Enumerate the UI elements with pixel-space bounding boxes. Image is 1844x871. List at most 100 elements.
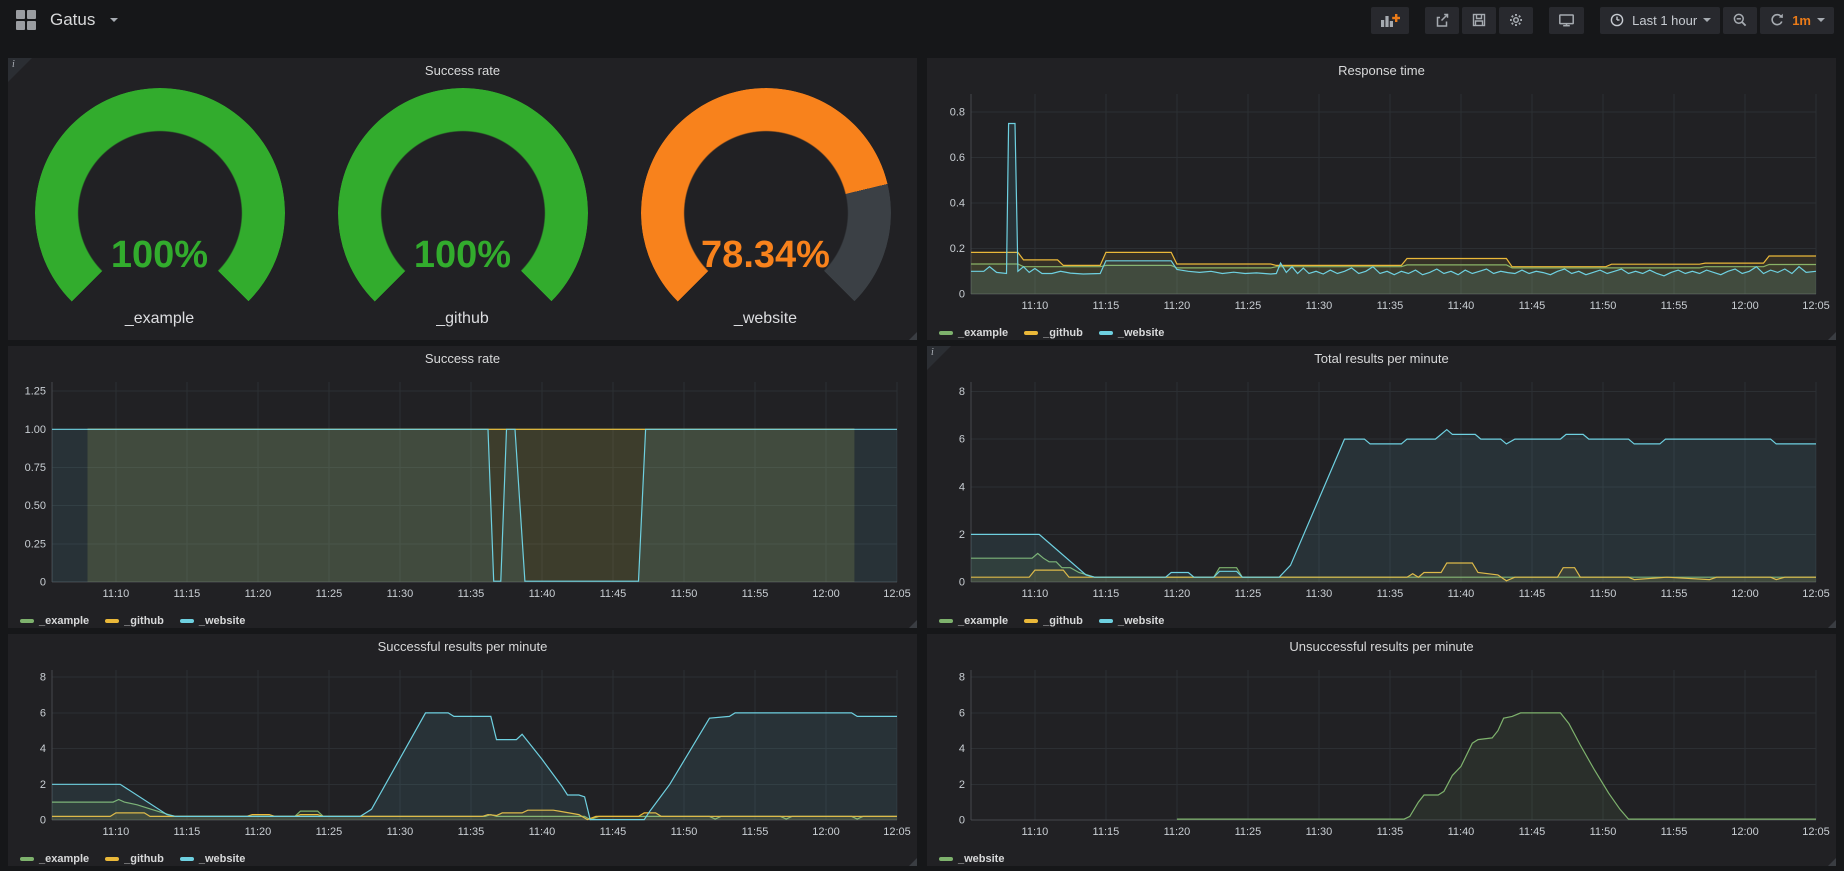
svg-text:11:15: 11:15 (174, 588, 201, 600)
svg-text:8: 8 (959, 386, 965, 398)
svg-text:11:15: 11:15 (174, 826, 201, 838)
gauge-label: _example (125, 310, 194, 328)
legend-series-swatch (180, 857, 194, 861)
legend-item-_example[interactable]: _example (20, 615, 89, 627)
panel-success-rate-gauges: i Success rate 100%_example100%_github78… (8, 58, 917, 340)
svg-text:11:25: 11:25 (1235, 588, 1262, 600)
svg-text:0: 0 (959, 289, 965, 301)
svg-text:11:50: 11:50 (671, 588, 698, 600)
legend-series-swatch (180, 619, 194, 623)
chart-legend: _example _github _website (8, 847, 917, 871)
panel-title[interactable]: Unsuccessful results per minute (927, 634, 1836, 660)
svg-text:11:15: 11:15 (1093, 826, 1120, 838)
legend-series-label: _github (124, 853, 164, 865)
gauge-label: _github (436, 310, 489, 328)
panel-title[interactable]: Response time (927, 58, 1836, 84)
refresh-picker[interactable]: 1m (1760, 7, 1834, 34)
panel-resize-handle[interactable] (1828, 858, 1836, 866)
legend-series-swatch (20, 619, 34, 623)
svg-text:12:00: 12:00 (812, 588, 840, 600)
panel-title[interactable]: Total results per minute (927, 346, 1836, 372)
svg-text:11:40: 11:40 (1448, 300, 1475, 312)
svg-text:11:45: 11:45 (1519, 826, 1546, 838)
svg-text:11:40: 11:40 (1448, 826, 1475, 838)
svg-text:11:55: 11:55 (1661, 588, 1688, 600)
share-dashboard-button[interactable] (1425, 7, 1459, 34)
svg-text:12:00: 12:00 (1731, 300, 1759, 312)
legend-item-_github[interactable]: _github (105, 853, 164, 865)
panel-info-corner[interactable]: i (8, 58, 32, 82)
panel-title[interactable]: Success rate (8, 58, 917, 84)
svg-text:11:30: 11:30 (1306, 588, 1333, 600)
panel-info-corner[interactable]: i (927, 346, 951, 370)
cycle-view-mode-button[interactable] (1549, 7, 1584, 34)
svg-text:11:35: 11:35 (1377, 300, 1404, 312)
legend-item-_website[interactable]: _website (180, 853, 245, 865)
svg-text:12:05: 12:05 (1802, 826, 1830, 838)
legend-series-swatch (939, 331, 953, 335)
panel-unsuccessful-results: Unsuccessful results per minute 0246811:… (927, 634, 1836, 866)
svg-text:6: 6 (959, 707, 965, 719)
monitor-icon (1558, 12, 1575, 28)
panel-title[interactable]: Success rate (8, 346, 917, 372)
panel-title[interactable]: Successful results per minute (8, 634, 917, 660)
legend-item-_website[interactable]: _website (180, 615, 245, 627)
legend-item-_website[interactable]: _website (1099, 615, 1164, 627)
svg-text:11:30: 11:30 (387, 588, 414, 600)
panel-response-time: Response time 00.20.40.60.811:1011:1511:… (927, 58, 1836, 340)
svg-text:11:40: 11:40 (529, 826, 556, 838)
svg-text:6: 6 (959, 434, 965, 446)
zoom-out-button[interactable] (1723, 7, 1757, 34)
legend-series-swatch (1024, 619, 1038, 623)
gauge-_website: 78.34%_website (616, 84, 916, 328)
legend-item-_example[interactable]: _example (20, 853, 89, 865)
chart-legend: _website (927, 847, 1836, 871)
svg-text:1.25: 1.25 (25, 386, 46, 398)
svg-text:11:25: 11:25 (1235, 300, 1262, 312)
legend-series-label: _github (1043, 327, 1083, 339)
legend-series-label: _website (1118, 615, 1164, 627)
chart-canvas: 0246811:1011:1511:2011:2511:3011:3511:40… (933, 660, 1830, 842)
dashboard-picker[interactable]: Gatus (10, 6, 124, 34)
add-panel-button[interactable] (1371, 7, 1409, 34)
chart-unsuccessful-results[interactable]: 0246811:1011:1511:2011:2511:3011:3511:40… (933, 660, 1830, 847)
svg-text:0: 0 (40, 577, 46, 589)
legend-item-_website[interactable]: _website (1099, 327, 1164, 339)
svg-text:11:25: 11:25 (316, 826, 343, 838)
legend-series-swatch (105, 619, 119, 623)
svg-text:11:30: 11:30 (1306, 826, 1333, 838)
panel-resize-handle[interactable] (909, 858, 917, 866)
chart-response-time[interactable]: 00.20.40.60.811:1011:1511:2011:2511:3011… (933, 84, 1830, 321)
legend-item-_example[interactable]: _example (939, 615, 1008, 627)
panel-resize-handle[interactable] (909, 620, 917, 628)
legend-series-swatch (20, 857, 34, 861)
panel-resize-handle[interactable] (1828, 332, 1836, 340)
svg-text:0: 0 (40, 815, 46, 827)
svg-text:2: 2 (959, 529, 965, 541)
chart-total-results[interactable]: 0246811:1011:1511:2011:2511:3011:3511:40… (933, 372, 1830, 609)
svg-text:11:10: 11:10 (1022, 300, 1049, 312)
svg-text:2: 2 (959, 779, 965, 791)
panel-resize-handle[interactable] (1828, 620, 1836, 628)
dashboard-settings-button[interactable] (1499, 7, 1533, 34)
save-dashboard-button[interactable] (1462, 7, 1496, 34)
chart-success-rate[interactable]: 00.250.500.751.001.2511:1011:1511:2011:2… (14, 372, 911, 609)
gauge-arc: 100% (338, 88, 588, 310)
legend-series-label: _website (199, 615, 245, 627)
legend-item-_website[interactable]: _website (939, 853, 1004, 865)
time-range-picker[interactable]: Last 1 hour (1600, 7, 1720, 34)
legend-item-_github[interactable]: _github (1024, 615, 1083, 627)
svg-text:11:40: 11:40 (529, 588, 556, 600)
legend-series-label: _example (39, 615, 89, 627)
panel-resize-handle[interactable] (909, 332, 917, 340)
chart-successful-results[interactable]: 0246811:1011:1511:2011:2511:3011:3511:40… (14, 660, 911, 847)
svg-text:12:05: 12:05 (883, 826, 911, 838)
legend-item-_example[interactable]: _example (939, 327, 1008, 339)
legend-item-_github[interactable]: _github (105, 615, 164, 627)
svg-text:11:20: 11:20 (1164, 300, 1191, 312)
legend-item-_github[interactable]: _github (1024, 327, 1083, 339)
legend-series-label: _example (958, 615, 1008, 627)
legend-series-label: _example (39, 853, 89, 865)
svg-text:11:35: 11:35 (1377, 588, 1404, 600)
refresh-interval-label: 1m (1792, 13, 1811, 28)
